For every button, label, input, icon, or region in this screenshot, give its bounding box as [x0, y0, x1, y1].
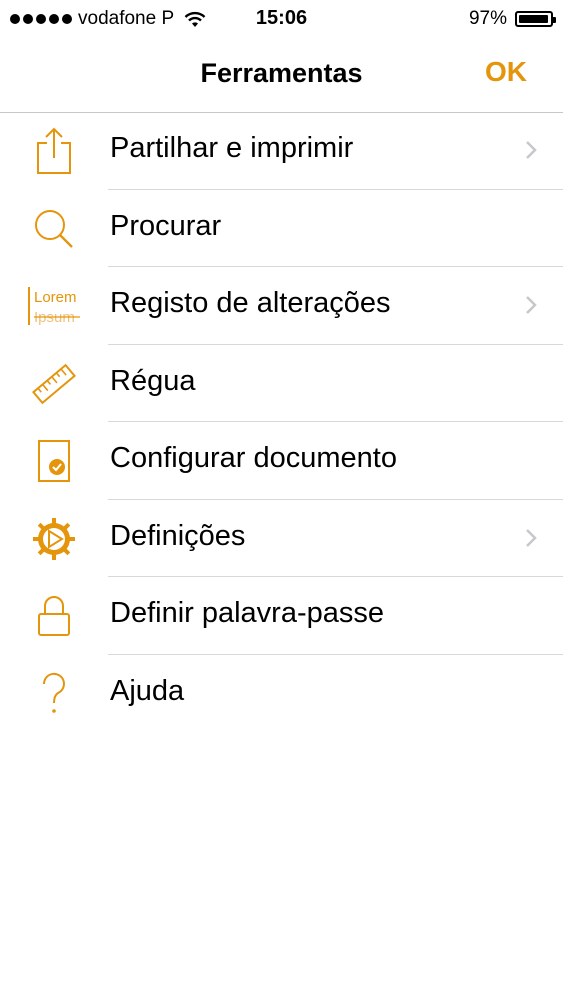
track-changes-icon-text-top: Lorem	[34, 289, 77, 306]
chevron-right-icon	[526, 528, 537, 547]
status-right: 97%	[468, 8, 556, 30]
menu-item-track-changes[interactable]: Lorem Ipsum Registo de alterações	[0, 267, 563, 345]
share-icon	[26, 126, 82, 176]
menu-item-label: Definir palavra-passe	[110, 597, 385, 629]
help-icon	[26, 669, 82, 719]
ruler-icon	[26, 359, 82, 409]
navigation-bar: Ferramentas OK	[0, 38, 563, 113]
menu-item-search[interactable]: Procurar	[0, 190, 563, 267]
menu-item-set-password[interactable]: Definir palavra-passe	[0, 577, 563, 655]
chevron-right-icon	[526, 141, 537, 159]
battery-percentage: 97%	[468, 8, 507, 29]
menu-item-label: Partilhar e imprimir	[110, 132, 354, 164]
ok-button[interactable]: OK	[485, 56, 527, 88]
menu-item-label: Ajuda	[110, 674, 185, 707]
menu-item-label: Régua	[110, 364, 196, 397]
battery-icon	[515, 11, 556, 27]
settings-gear-icon	[26, 514, 82, 564]
menu-item-ruler[interactable]: Régua	[0, 345, 563, 422]
menu-item-settings[interactable]: Definições	[0, 500, 563, 577]
menu-item-label: Procurar	[110, 209, 222, 242]
page-title: Ferramentas	[200, 58, 363, 88]
document-setup-icon	[26, 436, 82, 486]
search-icon	[26, 204, 82, 254]
menu-item-document-setup[interactable]: Configurar documento	[0, 422, 563, 500]
chevron-right-icon	[526, 296, 537, 314]
menu-item-label: Configurar documento	[110, 442, 397, 474]
menu-item-help[interactable]: Ajuda	[0, 655, 563, 733]
lock-icon	[26, 591, 82, 641]
status-bar: vodafone P 15:06 97%	[0, 0, 563, 38]
track-changes-icon: Lorem Ipsum	[26, 281, 82, 331]
tools-menu-list: Partilhar e imprimir Procurar Lorem Ipsu…	[0, 112, 563, 732]
menu-item-label: Registo de alterações	[110, 287, 391, 319]
menu-item-label: Definições	[110, 519, 246, 552]
menu-item-share-print[interactable]: Partilhar e imprimir	[0, 112, 563, 190]
